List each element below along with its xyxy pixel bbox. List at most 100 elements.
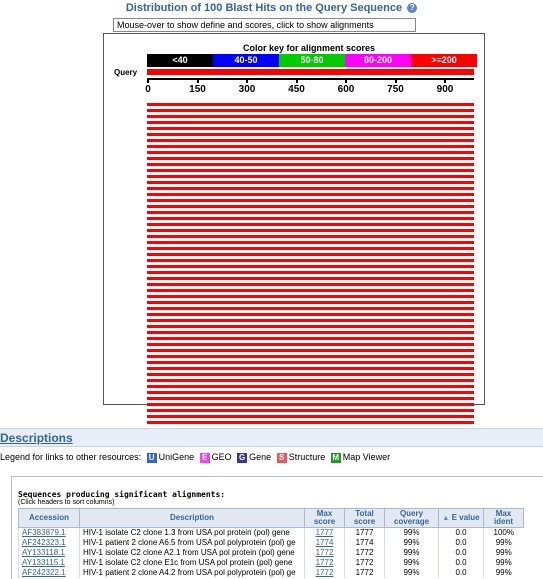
hit-bar[interactable]: [147, 229, 474, 232]
alignments-table: Accession Description Max score Total sc…: [18, 508, 524, 578]
hit-bar[interactable]: [147, 319, 474, 322]
hit-bar[interactable]: [147, 205, 474, 208]
hit-bar[interactable]: [147, 289, 474, 292]
hit-bar[interactable]: [147, 163, 474, 166]
resource-legend: Legend for links to other resources: U Un…: [0, 452, 390, 463]
hit-bar[interactable]: [147, 421, 474, 424]
accession-link[interactable]: AF242323.1: [22, 538, 66, 547]
hit-bar[interactable]: [147, 271, 474, 274]
hit-bar[interactable]: [147, 109, 474, 112]
hit-bar[interactable]: [147, 133, 474, 136]
descriptions-title[interactable]: Descriptions: [0, 431, 73, 445]
accession-link[interactable]: AY133118.1: [22, 548, 65, 557]
hit-bar[interactable]: [147, 337, 474, 340]
hit-bar[interactable]: [147, 403, 474, 406]
col-max-score[interactable]: Max score: [304, 508, 345, 528]
hit-bar[interactable]: [147, 415, 474, 418]
query-coverage-cell: 99%: [384, 548, 439, 558]
hit-bar[interactable]: [147, 331, 474, 334]
hit-bar[interactable]: [147, 295, 474, 298]
hit-bar[interactable]: [147, 169, 474, 172]
hit-bar[interactable]: [147, 343, 474, 346]
map-viewer-icon: M: [330, 452, 341, 463]
hit-bar[interactable]: [147, 235, 474, 238]
help-icon[interactable]: ?: [407, 3, 418, 14]
max-score-link[interactable]: 1774: [316, 538, 334, 547]
hit-bar[interactable]: [147, 301, 474, 304]
hit-bar[interactable]: [147, 283, 474, 286]
mouseover-hint-text: Mouse-over to show define and scores, cl…: [117, 20, 374, 30]
max-ident-cell: 99%: [483, 548, 524, 558]
col-max-ident[interactable]: Max ident: [483, 508, 524, 528]
hit-bar[interactable]: [147, 367, 474, 370]
hit-bar[interactable]: [147, 355, 474, 358]
hit-bar[interactable]: [147, 193, 474, 196]
accession-link[interactable]: AY133115.1: [22, 558, 65, 567]
hit-bar[interactable]: [147, 103, 474, 106]
table-row: AY133115.1 HIV-1 isolate C2 clone E1c fro…: [18, 558, 524, 568]
col-query-coverage[interactable]: Query coverage: [384, 508, 439, 528]
hit-bar[interactable]: [147, 265, 474, 268]
hit-bar[interactable]: [147, 385, 474, 388]
hit-bar[interactable]: [147, 349, 474, 352]
hit-bar[interactable]: [147, 379, 474, 382]
col-accession[interactable]: Accession: [18, 508, 80, 528]
hit-bar[interactable]: [147, 151, 474, 154]
hit-bar[interactable]: [147, 241, 474, 244]
hit-bars: [147, 103, 474, 427]
max-score-link[interactable]: 1772: [316, 548, 334, 557]
table-row: AF242323.1 HIV-1 patient 2 clone A6.5 fro…: [18, 538, 524, 548]
hit-bar[interactable]: [147, 247, 474, 250]
hit-bar[interactable]: [147, 157, 474, 160]
hit-bar[interactable]: [147, 325, 474, 328]
hit-bar[interactable]: [147, 277, 474, 280]
hit-bar[interactable]: [147, 307, 474, 310]
accession-link[interactable]: AF242322.1: [22, 568, 66, 577]
axis-tick: [246, 78, 248, 83]
max-ident-cell: 99%: [483, 538, 524, 548]
hit-bar[interactable]: [147, 211, 474, 214]
hit-bar[interactable]: [147, 217, 474, 220]
hit-bar[interactable]: [147, 391, 474, 394]
hit-bar[interactable]: [147, 115, 474, 118]
hit-bar[interactable]: [147, 121, 474, 124]
max-score-link[interactable]: 1777: [316, 528, 334, 537]
description-cell: HIV-1 isolate C2 clone A2.1 from USA pol…: [79, 548, 305, 558]
col-description[interactable]: Description: [79, 508, 305, 528]
gene-icon: G: [237, 452, 248, 463]
col-total-score[interactable]: Total score: [344, 508, 385, 528]
max-score-link[interactable]: 1772: [316, 558, 334, 567]
col-e-value[interactable]: ▲ E value: [438, 508, 484, 528]
hit-bar[interactable]: [147, 373, 474, 376]
max-score-cell: 1777: [304, 527, 345, 538]
distribution-title: Distribution of 100 Blast Hits on the Qu…: [0, 2, 543, 14]
hit-bar[interactable]: [147, 199, 474, 202]
hit-bar[interactable]: [147, 127, 474, 130]
hit-bar[interactable]: [147, 175, 474, 178]
color-key-cell-40-50: 40-50: [213, 54, 279, 67]
query-coverage-cell: 99%: [384, 558, 439, 568]
hit-bar[interactable]: [147, 259, 474, 262]
hit-bar[interactable]: [147, 409, 474, 412]
hit-bar[interactable]: [147, 223, 474, 226]
axis-tick: [345, 78, 347, 83]
table-row: AY133118.1 HIV-1 isolate C2 clone A2.1 fr…: [18, 548, 524, 558]
hit-bar[interactable]: [147, 313, 474, 316]
max-ident-cell: 100%: [483, 527, 524, 538]
hit-bar[interactable]: [147, 139, 474, 142]
hit-bar[interactable]: [147, 187, 474, 190]
max-score-link[interactable]: 1772: [316, 568, 334, 577]
e-value-cell: 0.0: [438, 558, 484, 568]
axis-tick-label: 900: [436, 84, 454, 95]
table-row: AF242322.1 HIV-1 patient 2 clone A4.2 fro…: [18, 568, 524, 578]
hit-bar[interactable]: [147, 181, 474, 184]
hit-bar[interactable]: [147, 361, 474, 364]
geo-icon: E: [199, 452, 210, 463]
query-bar[interactable]: [147, 69, 474, 75]
hit-bar[interactable]: [147, 397, 474, 400]
accession-link[interactable]: AF383879.1: [22, 528, 66, 537]
total-score-cell: 1772: [344, 558, 385, 568]
sort-hint: (Click headers to sort columns): [18, 499, 115, 506]
hit-bar[interactable]: [147, 253, 474, 256]
hit-bar[interactable]: [147, 145, 474, 148]
